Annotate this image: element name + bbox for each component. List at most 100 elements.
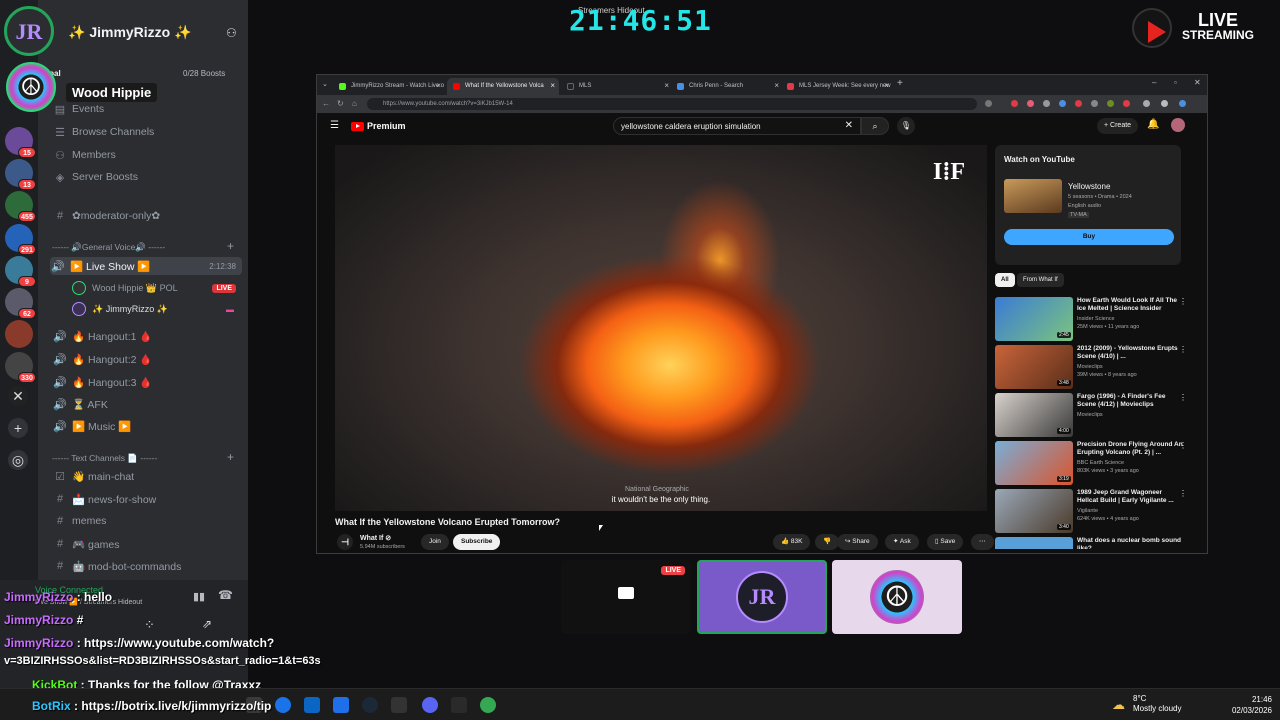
show-title[interactable]: Yellowstone: [1068, 182, 1110, 191]
ask-button[interactable]: ✦ Ask: [885, 534, 919, 550]
channel-moderator-only[interactable]: # ✿moderator-only✿: [52, 207, 242, 225]
more-options-icon[interactable]: ⋮: [1179, 297, 1187, 306]
menu-icon[interactable]: [1161, 100, 1168, 107]
add-channel-icon[interactable]: +: [227, 240, 234, 253]
share-button[interactable]: ↪ Share: [837, 534, 878, 550]
guild-header[interactable]: ✨ JimmyRizzo ✨ ⚇: [48, 18, 248, 48]
text-channel[interactable]: # memes: [52, 512, 242, 530]
url-field[interactable]: https://www.youtube.com/watch?v=3iKJb15W…: [367, 98, 977, 110]
more-options-icon[interactable]: ⋮: [1179, 345, 1187, 354]
dislike-button[interactable]: 👎: [815, 534, 840, 550]
save-button[interactable]: ▯ Save: [927, 534, 964, 550]
video-player[interactable]: I⁞F National Geographic it wouldn't be t…: [335, 145, 987, 511]
channel-avatar[interactable]: ⊣: [337, 534, 353, 550]
server-icon[interactable]: 15: [5, 127, 36, 158]
text-channel[interactable]: # 📩 news-for-show: [52, 490, 242, 508]
create-button[interactable]: + Create: [1097, 118, 1139, 134]
search-input[interactable]: yellowstone caldera eruption simulation ✕: [613, 117, 861, 135]
voice-search-icon[interactable]: 🎙: [897, 117, 915, 135]
activities-icon[interactable]: ⁘: [144, 617, 155, 633]
voice-member[interactable]: Wood Hippie 👑 POL LIVE: [72, 279, 242, 297]
close-icon[interactable]: ×: [436, 81, 441, 90]
boost-count[interactable]: 0/28 Boosts: [183, 69, 225, 78]
server-icon[interactable]: 9: [5, 256, 36, 287]
minimize-icon[interactable]: –: [1152, 78, 1156, 87]
server-icon[interactable]: 13: [5, 159, 36, 190]
subscribe-button[interactable]: Subscribe: [453, 534, 501, 550]
add-server-icon[interactable]: +: [8, 418, 28, 438]
server-icon[interactable]: 455: [5, 191, 36, 222]
server-icon[interactable]: 330: [5, 352, 36, 383]
hamburger-icon[interactable]: ☰: [330, 120, 339, 131]
voice-channel[interactable]: 🔊 🔥 Hangout:2 🩸: [52, 350, 242, 368]
more-options-icon[interactable]: ⋮: [1179, 489, 1187, 498]
app-icon[interactable]: [451, 697, 467, 713]
recommended-video[interactable]: 2:45 How Earth Would Look If All The Ice…: [995, 297, 1195, 341]
voice-channel[interactable]: 🔊 ▶️ Music ▶️: [52, 417, 242, 435]
close-icon[interactable]: ×: [664, 81, 669, 90]
stream-tile-wood-hippie[interactable]: ☮: [832, 560, 962, 634]
voice-member[interactable]: ✨ JimmyRizzo ✨ ▬: [72, 300, 242, 318]
like-button[interactable]: 👍 83K: [773, 534, 811, 550]
chat-icon[interactable]: [1179, 100, 1186, 107]
channel-name[interactable]: What If ⊘: [360, 534, 391, 542]
new-tab-icon[interactable]: +: [897, 78, 903, 89]
server-icon[interactable]: [5, 320, 33, 348]
buy-button[interactable]: Buy: [1004, 229, 1174, 245]
extension-icon[interactable]: [1043, 100, 1050, 107]
tab-search-icon[interactable]: ⌄: [322, 80, 328, 88]
account-avatar[interactable]: [1171, 118, 1185, 132]
nav-server-boosts[interactable]: ◈ Server Boosts: [52, 168, 242, 186]
close-icon[interactable]: ×: [550, 81, 555, 90]
close-icon[interactable]: ×: [884, 81, 889, 90]
store-icon[interactable]: [304, 697, 320, 713]
recommended-video[interactable]: What does a nuclear bomb sound like?: [995, 537, 1195, 549]
server-icon[interactable]: 62: [5, 288, 36, 319]
show-thumbnail[interactable]: [1004, 179, 1062, 213]
add-channel-icon[interactable]: +: [227, 451, 234, 464]
screen-share-icon[interactable]: ⇗: [202, 617, 212, 631]
extension-icon[interactable]: [1075, 100, 1082, 107]
extension-icon[interactable]: [1107, 100, 1114, 107]
text-channel[interactable]: # 🎮 games: [52, 535, 242, 553]
extension-icon[interactable]: [1011, 100, 1018, 107]
edge-icon[interactable]: [275, 697, 291, 713]
discover-icon[interactable]: ◎: [8, 450, 28, 470]
invite-icon[interactable]: ⚇: [226, 26, 237, 40]
more-options-icon[interactable]: ⋮: [1179, 441, 1187, 450]
obs-icon[interactable]: [391, 697, 407, 713]
notifications-icon[interactable]: 🔔: [1147, 119, 1159, 130]
kick-app-icon[interactable]: ✕: [8, 386, 28, 406]
recommended-video[interactable]: 4:00 Fargo (1996) - A Finder's Fee Scene…: [995, 393, 1195, 437]
recommended-video[interactable]: 3:40 1989 Jeep Grand Wagoneer Hellcat Bu…: [995, 489, 1195, 533]
chrome-icon[interactable]: [480, 697, 496, 713]
voice-category[interactable]: ------ 🔊General Voice🔊 ------ +: [52, 240, 242, 253]
outlook-icon[interactable]: [333, 697, 349, 713]
join-button[interactable]: Join: [421, 534, 449, 550]
extension-icon[interactable]: [1123, 100, 1130, 107]
more-options-icon[interactable]: ⋮: [1179, 393, 1187, 402]
discord-icon[interactable]: [422, 697, 438, 713]
steam-icon[interactable]: [362, 697, 378, 713]
text-category[interactable]: ------ Text Channels 📄 ------ +: [52, 451, 242, 464]
system-clock[interactable]: 21:46 02/03/2026: [1232, 694, 1272, 716]
clear-icon[interactable]: ✕: [845, 120, 853, 131]
voice-channel[interactable]: 🔊 ⏳ AFK: [52, 395, 242, 413]
browser-tab[interactable]: Chris Penn - Search ×: [671, 78, 783, 95]
filter-chip-channel[interactable]: From What If: [1017, 273, 1064, 287]
stream-tile-screen[interactable]: LIVE: [561, 560, 691, 634]
server-icon[interactable]: 291: [5, 224, 36, 255]
recommended-video[interactable]: 3:19 Precision Drone Flying Around An Er…: [995, 441, 1195, 485]
install-icon[interactable]: [985, 100, 992, 107]
browser-tab[interactable]: MLS ×: [561, 78, 673, 95]
weather-widget[interactable]: 8°C Mostly cloudy: [1133, 694, 1181, 714]
profile-icon[interactable]: [1143, 100, 1150, 107]
close-icon[interactable]: ×: [774, 81, 779, 90]
voice-channel[interactable]: 🔊 🔥 Hangout:1 🩸: [52, 327, 242, 345]
browser-tab[interactable]: MLS Jersey Week: See every new ×: [781, 78, 893, 95]
browser-tab[interactable]: JimmyRizzo Stream - Watch Live o ×: [333, 78, 445, 95]
home-icon[interactable]: ⌂: [352, 99, 357, 108]
text-channel[interactable]: ☑ 👋 main-chat: [52, 467, 242, 485]
disconnect-icon[interactable]: ☎: [218, 588, 233, 602]
voice-channel-live-show[interactable]: 🔊 ▶️ Live Show ▶️ 2:12:38: [50, 257, 242, 275]
